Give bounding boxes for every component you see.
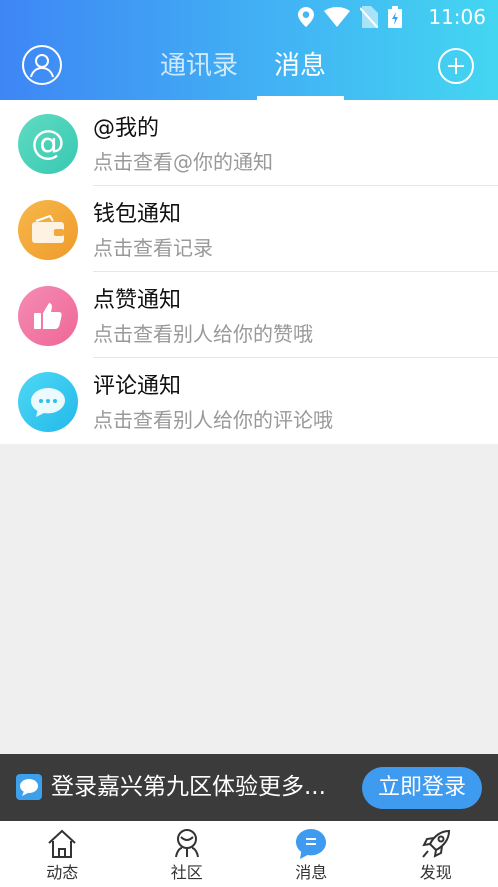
list-item-subtitle: 点击查看@你的通知 <box>93 150 273 174</box>
wallet-icon <box>18 200 78 260</box>
list-item-title: @我的 <box>93 116 160 141</box>
location-icon <box>298 7 314 27</box>
tab-discover[interactable]: 发现 <box>374 821 498 887</box>
list-item-subtitle: 点击查看别人给你的赞哦 <box>93 322 313 346</box>
top-header: 11:06 通讯录 消息 <box>0 0 498 100</box>
plus-icon <box>448 58 464 74</box>
list-item-title: 点赞通知 <box>93 288 182 313</box>
tab-messages-bottom[interactable]: 消息 <box>249 821 374 887</box>
svg-text:@: @ <box>31 124 65 163</box>
login-banner-text: 登录嘉兴第九区体验更多... <box>51 774 326 800</box>
home-icon <box>48 829 76 858</box>
message-icon <box>296 829 327 859</box>
list-item-mentions[interactable]: @ @我的 点击查看@你的通知 <box>0 100 498 186</box>
wifi-icon <box>324 7 350 27</box>
tab-messages[interactable]: 消息 <box>274 48 326 84</box>
comment-icon <box>18 372 78 432</box>
list-item-subtitle: 点击查看记录 <box>93 236 213 260</box>
tab-label: 发现 <box>419 863 452 882</box>
list-item-title: 钱包通知 <box>93 202 182 227</box>
at-icon: @ <box>18 114 78 174</box>
tab-community[interactable]: 社区 <box>125 821 250 887</box>
battery-icon <box>388 6 402 28</box>
no-sim-icon <box>360 6 378 28</box>
rocket-icon <box>421 829 450 858</box>
community-icon <box>174 829 199 858</box>
notification-list: @ @我的 点击查看@你的通知 钱包通知 点击查看记录 点赞通知 点击查看别人给… <box>0 100 498 444</box>
bottom-tab-bar: 动态 社区 消息 发现 <box>0 821 498 887</box>
list-item-subtitle: 点击查看别人给你的评论哦 <box>93 408 333 432</box>
thumbs-up-icon <box>18 286 78 346</box>
add-button[interactable] <box>438 48 474 84</box>
list-item-wallet[interactable]: 钱包通知 点击查看记录 <box>0 186 498 272</box>
list-item-title: 评论通知 <box>93 374 182 399</box>
list-item-likes[interactable]: 点赞通知 点击查看别人给你的赞哦 <box>0 272 498 358</box>
list-item-comments[interactable]: 评论通知 点击查看别人给你的评论哦 <box>0 358 498 444</box>
status-time: 11:06 <box>428 5 486 29</box>
tab-label: 动态 <box>46 863 79 882</box>
chat-bubble-icon <box>16 774 42 800</box>
user-icon <box>30 54 54 78</box>
tab-contacts[interactable]: 通讯录 <box>160 48 238 84</box>
status-bar: 11:06 <box>0 0 498 34</box>
tab-label: 消息 <box>295 863 328 882</box>
login-button[interactable]: 立即登录 <box>362 767 482 809</box>
login-banner: 登录嘉兴第九区体验更多... 立即登录 <box>0 754 498 821</box>
tab-feed[interactable]: 动态 <box>0 821 125 887</box>
profile-avatar-button[interactable] <box>22 45 62 85</box>
tab-label: 社区 <box>170 863 203 882</box>
